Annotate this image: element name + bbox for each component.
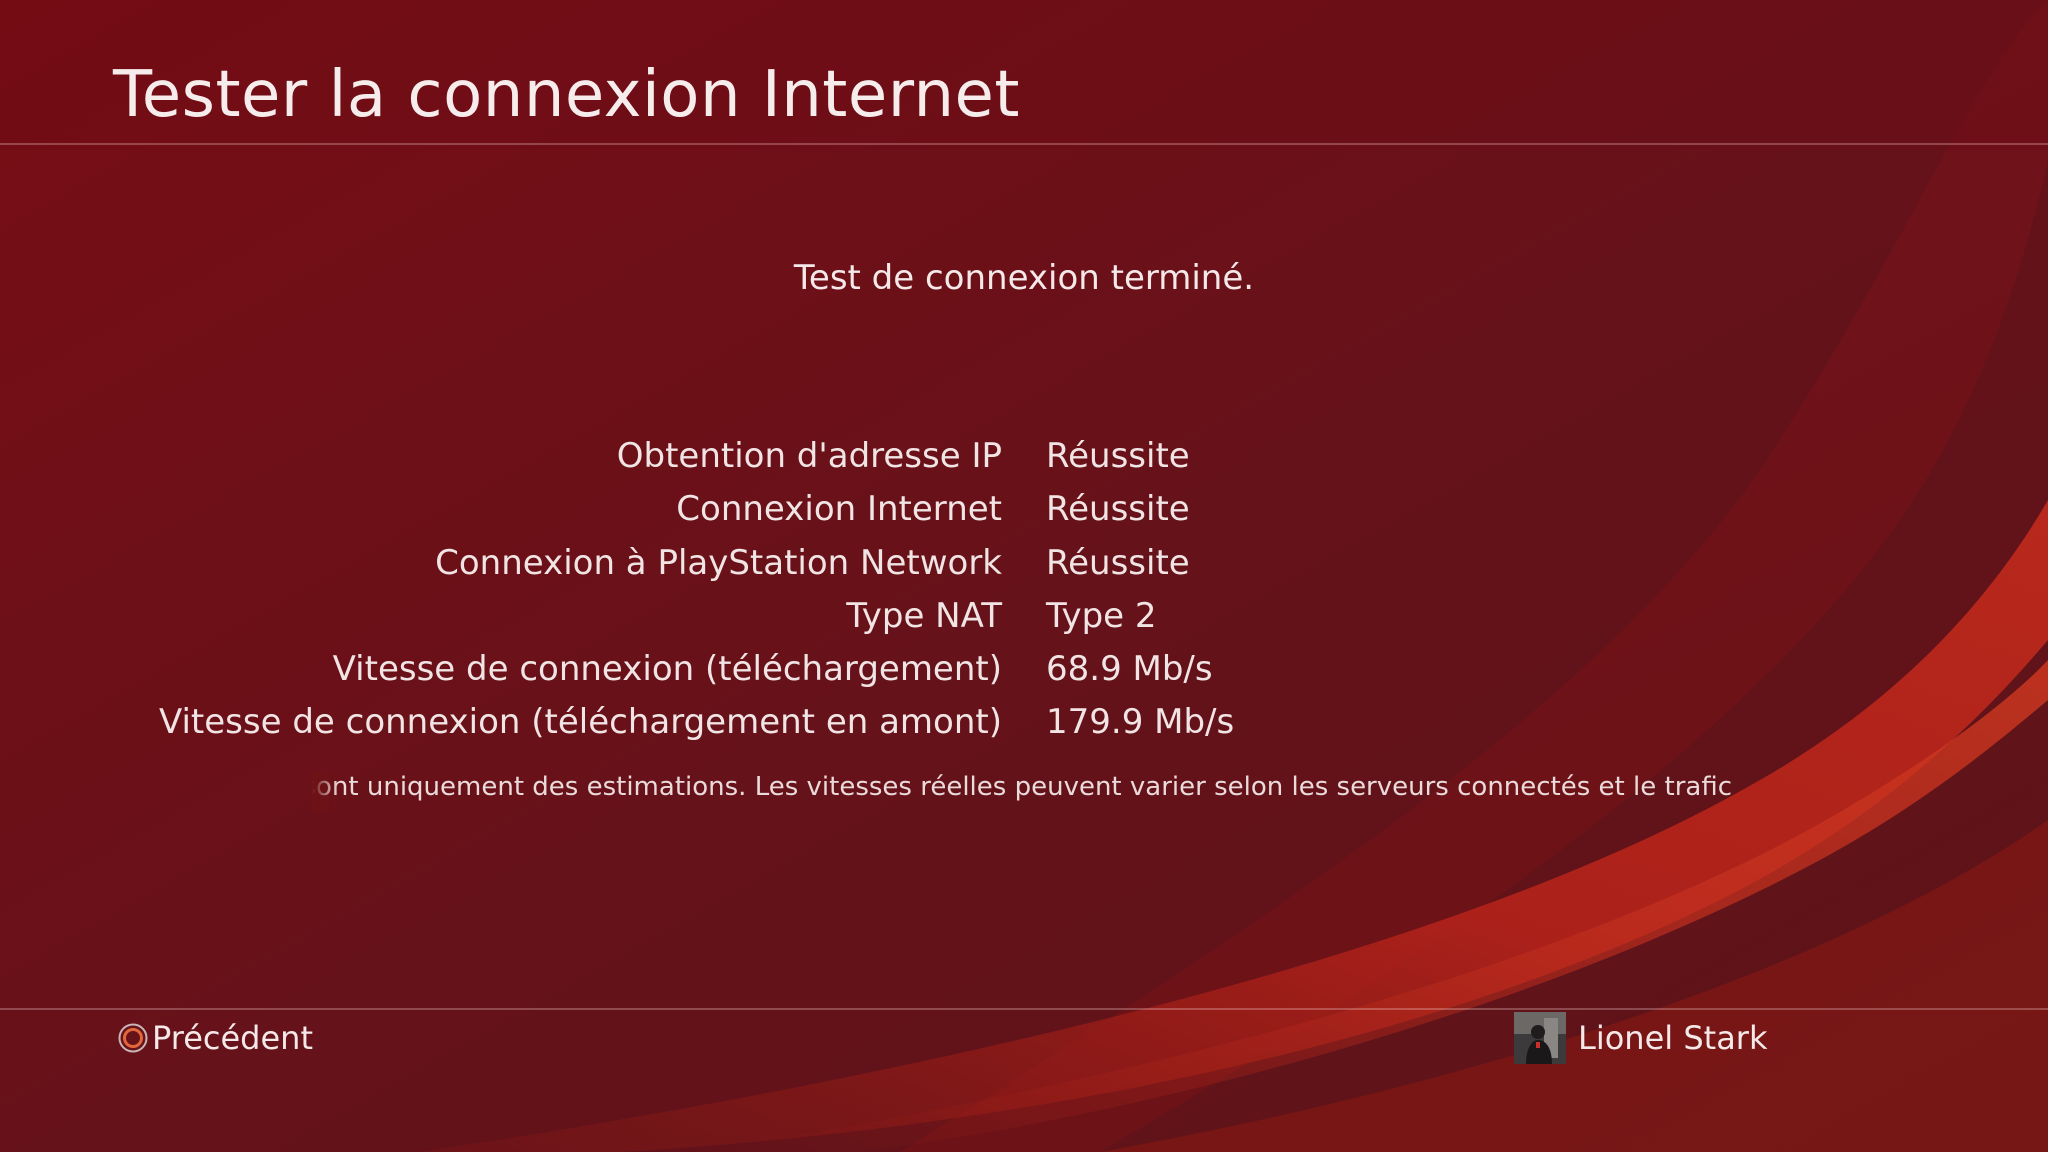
page-title: Tester la connexion Internet: [113, 58, 1020, 132]
footer-divider: [0, 1008, 2048, 1010]
result-row-ip: Obtention d'adresse IP Réussite: [0, 436, 2048, 489]
result-label: Type NAT: [846, 595, 1002, 636]
status-message: Test de connexion terminé.: [793, 258, 1255, 298]
result-label: Vitesse de connexion (téléchargement en …: [158, 702, 1002, 743]
result-row-nat: Type NAT Type 2: [0, 596, 2048, 649]
result-value: Réussite: [1046, 542, 1190, 583]
result-label: Connexion à PlayStation Network: [435, 542, 1002, 583]
result-row-psn: Connexion à PlayStation Network Réussite: [0, 543, 2048, 596]
result-row-upload: Vitesse de connexion (téléchargement en …: [0, 702, 2048, 755]
result-value: 179.9 Mb/s: [1046, 702, 1235, 743]
result-row-internet: Connexion Internet Réussite: [0, 489, 2048, 542]
speed-disclaimer-marquee: exion sont uniquement des estimations. L…: [312, 772, 1732, 812]
back-label: Précédent: [152, 1019, 313, 1057]
result-value: Type 2: [1046, 595, 1157, 636]
result-value: 68.9 Mb/s: [1046, 649, 1213, 690]
speed-disclaimer-text: exion sont uniquement des estimations. L…: [312, 772, 1732, 802]
marquee-fade: [312, 772, 338, 812]
result-label: Obtention d'adresse IP: [616, 436, 1002, 476]
user-profile: Lionel Stark: [1514, 1012, 1767, 1064]
result-label: Connexion Internet: [676, 489, 1002, 530]
user-name: Lionel Stark: [1578, 1019, 1768, 1057]
back-button[interactable]: Précédent: [118, 1018, 313, 1058]
header-divider: [0, 143, 2048, 145]
result-row-download: Vitesse de connexion (téléchargement) 68…: [0, 649, 2048, 702]
results-table: Obtention d'adresse IP Réussite Connexio…: [0, 436, 2048, 756]
result-value: Réussite: [1046, 436, 1190, 476]
result-label: Vitesse de connexion (téléchargement): [332, 649, 1002, 690]
result-value: Réussite: [1046, 489, 1190, 530]
user-avatar-icon: [1514, 1012, 1566, 1064]
circle-button-icon: [118, 1023, 148, 1053]
